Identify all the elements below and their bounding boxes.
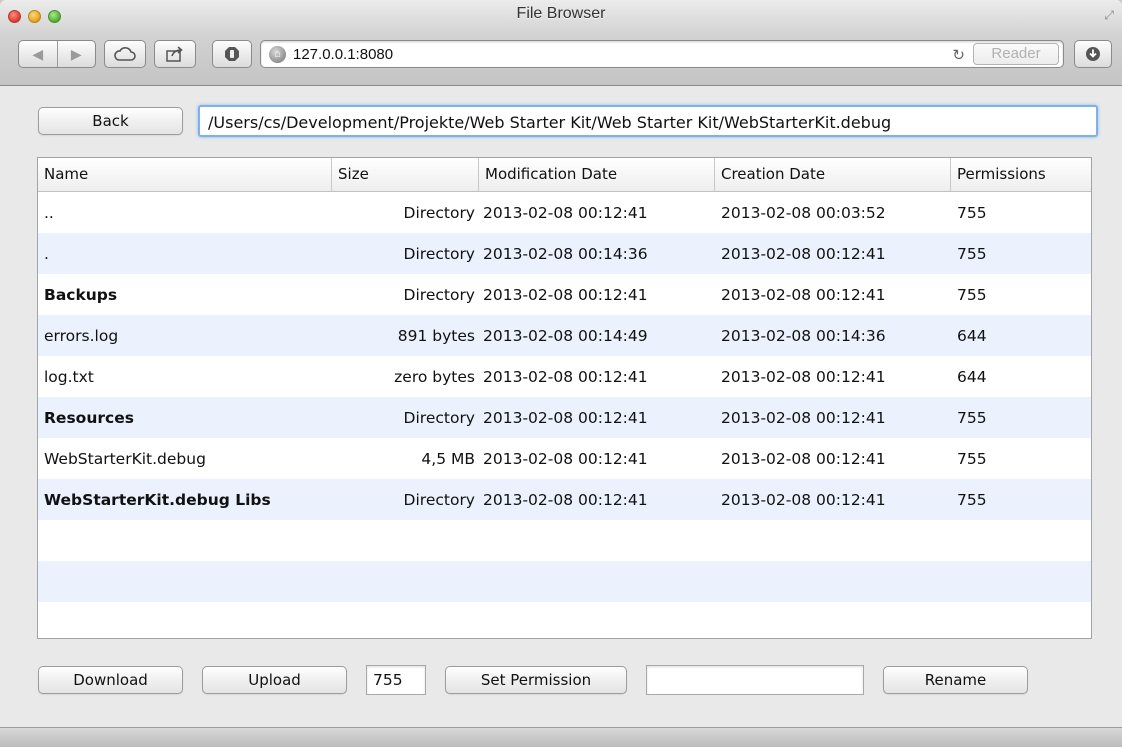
back-button[interactable]: Back — [38, 107, 183, 135]
file-permissions: 755 — [957, 285, 987, 304]
file-modified: 2013-02-08 00:12:41 — [483, 449, 648, 468]
file-modified: 2013-02-08 00:12:41 — [483, 367, 648, 386]
file-permissions: 644 — [957, 326, 987, 345]
window-chrome: File Browser ⤢ ◀ ▶ ⌂ 127.0.0.1:8080 ↻ Re… — [0, 0, 1122, 86]
file-name: log.txt — [44, 367, 94, 386]
file-modified: 2013-02-08 00:12:41 — [483, 203, 648, 222]
back-arrow-icon[interactable]: ◀ — [19, 46, 57, 63]
file-size: Directory — [403, 244, 475, 263]
download-button[interactable]: Download — [38, 666, 183, 694]
file-name: errors.log — [44, 326, 119, 345]
table-row[interactable]: .. Directory 2013-02-08 00:12:41 2013-02… — [38, 192, 1091, 233]
file-name: .. — [44, 203, 54, 222]
file-created: 2013-02-08 00:12:41 — [721, 285, 886, 304]
file-size: Directory — [403, 203, 475, 222]
file-size: Directory — [403, 285, 475, 304]
file-name: Resources — [44, 408, 134, 427]
file-modified: 2013-02-08 00:12:41 — [483, 285, 648, 304]
upload-button[interactable]: Upload — [202, 666, 347, 694]
table-row[interactable]: . Directory 2013-02-08 00:14:36 2013-02-… — [38, 233, 1091, 274]
table-header: Name Size Modification Date Creation Dat… — [38, 158, 1091, 192]
status-bar — [0, 727, 1122, 747]
file-modified: 2013-02-08 00:12:41 — [483, 408, 648, 427]
column-header-permissions[interactable]: Permissions — [951, 158, 1091, 191]
file-modified: 2013-02-08 00:12:41 — [483, 490, 648, 509]
file-permissions: 644 — [957, 367, 987, 386]
reload-icon[interactable]: ↻ — [952, 46, 965, 64]
file-name: WebStarterKit.debug Libs — [44, 490, 271, 509]
set-permission-button[interactable]: Set Permission — [445, 666, 627, 694]
reader-button[interactable]: Reader — [973, 43, 1059, 65]
browser-window: File Browser ⤢ ◀ ▶ ⌂ 127.0.0.1:8080 ↻ Re… — [0, 0, 1122, 747]
file-permissions: 755 — [957, 203, 987, 222]
file-created: 2013-02-08 00:03:52 — [721, 203, 886, 222]
file-name: Backups — [44, 285, 118, 304]
file-permissions: 755 — [957, 408, 987, 427]
downloads-button[interactable] — [1074, 40, 1112, 68]
file-size: zero bytes — [394, 367, 475, 386]
table-row[interactable]: Resources Directory 2013-02-08 00:12:41 … — [38, 397, 1091, 438]
file-created: 2013-02-08 00:14:36 — [721, 326, 886, 345]
window-title: File Browser — [516, 5, 606, 22]
file-browser-page: Back /Users/cs/Development/Projekte/Web … — [0, 87, 1122, 727]
file-created: 2013-02-08 00:12:41 — [721, 244, 886, 263]
file-permissions: 755 — [957, 449, 987, 468]
file-created: 2013-02-08 00:12:41 — [721, 449, 886, 468]
empty-row — [38, 561, 1091, 602]
empty-row — [38, 602, 1091, 638]
rename-button[interactable]: Rename — [883, 666, 1028, 694]
table-row[interactable]: log.txt zero bytes 2013-02-08 00:12:41 2… — [38, 356, 1091, 397]
icloud-tabs-button[interactable] — [104, 40, 146, 68]
column-header-creation-date[interactable]: Creation Date — [715, 158, 951, 191]
column-header-modification-date[interactable]: Modification Date — [479, 158, 715, 191]
downloads-icon — [1086, 47, 1100, 61]
table-row[interactable]: errors.log 891 bytes 2013-02-08 00:14:49… — [38, 315, 1091, 356]
back-forward-buttons: ◀ ▶ — [18, 40, 96, 68]
table-row[interactable]: WebStarterKit.debug Libs Directory 2013-… — [38, 479, 1091, 520]
address-bar[interactable]: ⌂ 127.0.0.1:8080 ↻ Reader — [260, 40, 1064, 68]
file-size: Directory — [403, 490, 475, 509]
table-row[interactable]: WebStarterKit.debug 4,5 MB 2013-02-08 00… — [38, 438, 1091, 479]
empty-row — [38, 520, 1091, 561]
table-body: .. Directory 2013-02-08 00:12:41 2013-02… — [38, 192, 1091, 638]
file-table: Name Size Modification Date Creation Dat… — [37, 157, 1092, 639]
stop-button[interactable] — [212, 40, 252, 68]
cloud-icon — [114, 47, 136, 61]
file-name: WebStarterKit.debug — [44, 449, 206, 468]
share-icon — [166, 46, 183, 62]
table-row[interactable]: Backups Directory 2013-02-08 00:12:41 20… — [38, 274, 1091, 315]
file-size: 891 bytes — [397, 326, 475, 345]
file-created: 2013-02-08 00:12:41 — [721, 408, 886, 427]
file-permissions: 755 — [957, 244, 987, 263]
permission-field[interactable]: 755 — [366, 665, 426, 695]
file-created: 2013-02-08 00:12:41 — [721, 367, 886, 386]
share-button[interactable] — [154, 40, 196, 68]
file-name: . — [44, 244, 49, 263]
file-created: 2013-02-08 00:12:41 — [721, 490, 886, 509]
file-size: Directory — [403, 408, 475, 427]
stop-icon — [225, 47, 239, 61]
column-header-size[interactable]: Size — [332, 158, 479, 191]
forward-arrow-icon[interactable]: ▶ — [58, 46, 96, 63]
file-modified: 2013-02-08 00:14:36 — [483, 244, 648, 263]
file-permissions: 755 — [957, 490, 987, 509]
file-size: 4,5 MB — [421, 449, 475, 468]
url-text[interactable]: 127.0.0.1:8080 — [293, 46, 393, 63]
path-field[interactable]: /Users/cs/Development/Projekte/Web Start… — [198, 105, 1098, 137]
rename-field[interactable] — [646, 665, 864, 695]
fullscreen-icon[interactable]: ⤢ — [1104, 8, 1114, 23]
column-header-name[interactable]: Name — [38, 158, 332, 191]
file-modified: 2013-02-08 00:14:49 — [483, 326, 648, 345]
globe-icon: ⌂ — [269, 46, 286, 63]
